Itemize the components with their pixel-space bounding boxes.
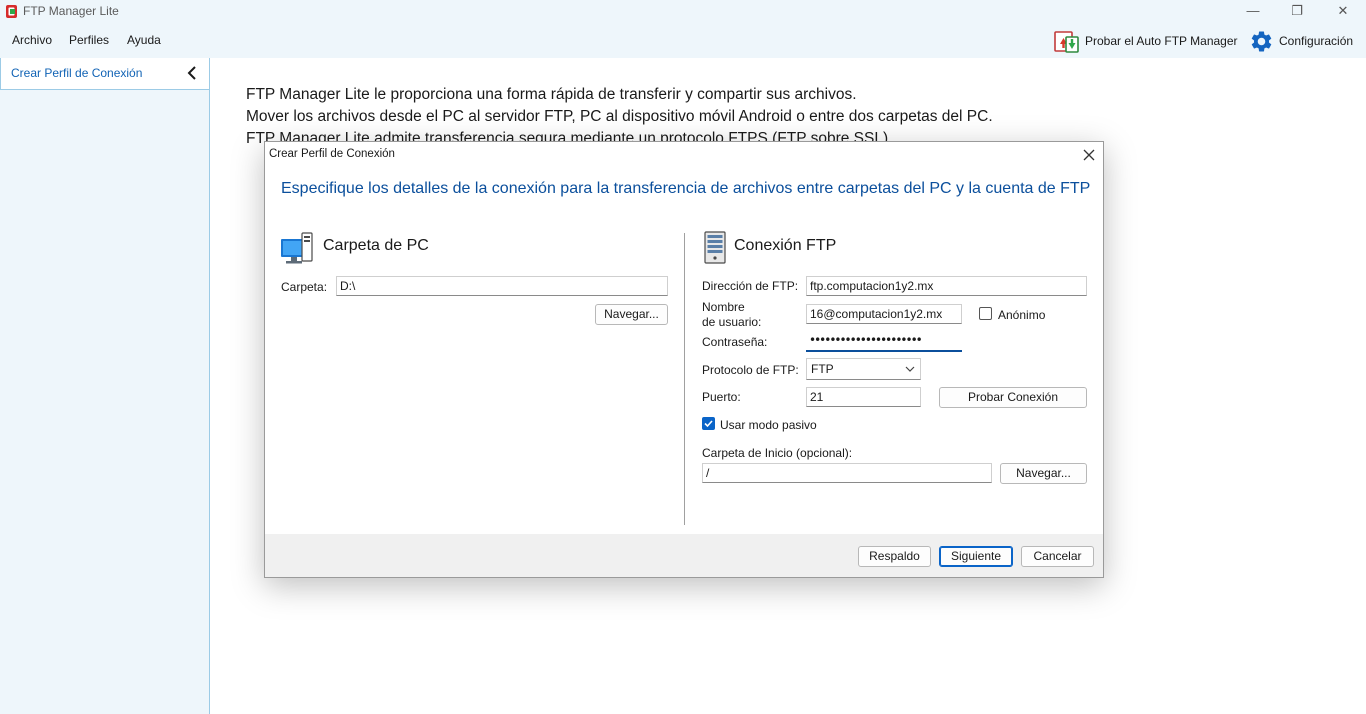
app-logo-icon xyxy=(6,5,17,18)
sidebar-item-label: Crear Perfil de Conexión xyxy=(11,66,143,80)
auto-ftp-button[interactable]: Probar el Auto FTP Manager xyxy=(1054,29,1238,53)
ftp-address-label: Dirección de FTP: xyxy=(702,279,799,293)
chevron-down-icon xyxy=(905,366,915,372)
gear-icon xyxy=(1251,30,1272,51)
ftp-address-input[interactable] xyxy=(806,276,1087,296)
menu-archivo[interactable]: Archivo xyxy=(12,33,52,47)
username-input[interactable] xyxy=(806,304,962,324)
password-label: Contraseña: xyxy=(702,335,768,349)
auto-ftp-label: Probar el Auto FTP Manager xyxy=(1085,34,1238,48)
folder-input[interactable] xyxy=(336,276,668,296)
anonymous-checkbox[interactable] xyxy=(979,307,992,320)
settings-button[interactable]: Configuración xyxy=(1249,29,1353,53)
start-folder-input[interactable] xyxy=(702,463,992,483)
dialog-title: Crear Perfil de Conexión xyxy=(269,148,395,160)
pc-browse-button[interactable]: Navegar... xyxy=(595,304,668,325)
chevron-left-icon[interactable] xyxy=(186,65,198,81)
passive-mode-checkbox[interactable] xyxy=(702,417,715,430)
folder-label: Carpeta: xyxy=(281,280,328,294)
title-bar: FTP Manager Lite — ❐ ✕ xyxy=(0,0,1366,23)
pc-section-title: Carpeta de PC xyxy=(323,237,429,254)
test-connection-button[interactable]: Probar Conexión xyxy=(939,387,1087,408)
close-icon[interactable] xyxy=(1080,146,1098,164)
maximize-button[interactable]: ❐ xyxy=(1274,0,1320,23)
username-label-line1: Nombre xyxy=(702,300,745,314)
section-divider xyxy=(684,233,685,525)
close-window-button[interactable]: ✕ xyxy=(1320,0,1366,23)
menu-bar: Archivo Perfiles Ayuda Probar el Auto FT… xyxy=(0,23,1366,58)
sidebar-item-create-profile[interactable]: Crear Perfil de Conexión xyxy=(0,58,209,90)
checkmark-icon xyxy=(704,420,713,428)
settings-label: Configuración xyxy=(1279,34,1354,48)
intro-line: FTP Manager Lite le proporciona una form… xyxy=(246,86,857,103)
protocol-label: Protocolo de FTP: xyxy=(702,363,799,377)
minimize-button[interactable]: — xyxy=(1230,0,1276,23)
dialog-heading: Especifique los detalles de la conexión … xyxy=(281,180,1091,197)
password-input[interactable]: •••••••••••••••••••••• xyxy=(806,331,962,352)
backup-button[interactable]: Respaldo xyxy=(858,546,931,567)
protocol-select[interactable]: FTP xyxy=(806,358,921,380)
ftp-browse-button[interactable]: Navegar... xyxy=(1000,463,1087,484)
port-input[interactable] xyxy=(806,387,921,407)
port-label: Puerto: xyxy=(702,390,741,404)
next-button[interactable]: Siguiente xyxy=(939,546,1013,567)
dialog-title-bar: Crear Perfil de Conexión xyxy=(265,142,1103,168)
menu-perfiles[interactable]: Perfiles xyxy=(69,33,109,47)
anonymous-label: Anónimo xyxy=(998,308,1046,322)
ftp-section-title: Conexión FTP xyxy=(734,237,837,254)
create-profile-dialog: Crear Perfil de Conexión Especifique los… xyxy=(264,141,1104,578)
start-folder-label: Carpeta de Inicio (opcional): xyxy=(702,446,853,460)
menu-ayuda[interactable]: Ayuda xyxy=(127,33,161,47)
username-label-line2: de usuario: xyxy=(702,315,762,329)
window-title: FTP Manager Lite xyxy=(23,4,119,18)
auto-ftp-icon xyxy=(1054,31,1079,53)
passive-mode-label: Usar modo pasivo xyxy=(720,418,817,432)
protocol-selected-value: FTP xyxy=(811,362,834,376)
pc-computer-icon xyxy=(281,232,313,264)
intro-line: Mover los archivos desde el PC al servid… xyxy=(246,108,993,125)
dialog-footer: Respaldo Siguiente Cancelar xyxy=(265,534,1103,577)
sidebar: Crear Perfil de Conexión xyxy=(0,58,210,714)
ftp-server-icon xyxy=(704,231,726,264)
cancel-button[interactable]: Cancelar xyxy=(1021,546,1094,567)
